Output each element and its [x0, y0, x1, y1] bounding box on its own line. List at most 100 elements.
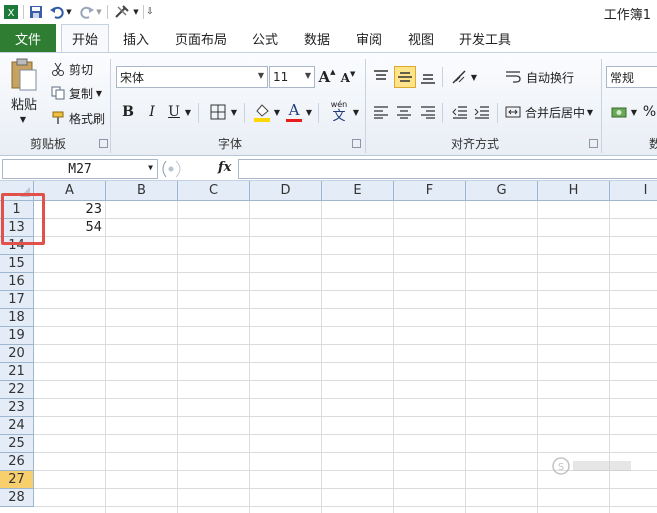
row-header[interactable]: 20	[0, 345, 34, 363]
grid-line	[34, 452, 657, 453]
row-header[interactable]: 17	[0, 291, 34, 309]
column-header[interactable]: C	[178, 181, 250, 201]
fill-color-icon[interactable]	[252, 101, 272, 123]
wrap-text-icon[interactable]	[504, 67, 522, 87]
borders-dropdown-icon[interactable]: ▼	[230, 104, 238, 120]
merge-center-button[interactable]: 合并后居中	[524, 102, 586, 122]
row-header[interactable]: 22	[0, 381, 34, 399]
quick-access-menu-icon[interactable]: ⇩	[144, 3, 156, 21]
number-format-select[interactable]: 常规	[606, 66, 657, 88]
customize-icon[interactable]	[113, 3, 131, 21]
scissors-icon[interactable]	[50, 61, 66, 77]
redo-dropdown-icon[interactable]: ▼	[94, 3, 104, 21]
align-bottom-icon[interactable]	[418, 67, 438, 87]
customize-dropdown-icon[interactable]: ▼	[131, 3, 141, 21]
paste-button[interactable]: 粘贴	[4, 95, 44, 113]
increase-indent-icon[interactable]	[472, 102, 492, 122]
column-header[interactable]: I	[610, 181, 657, 201]
underline-dropdown-icon[interactable]: ▼	[184, 104, 192, 120]
cut-button[interactable]: 剪切	[66, 61, 96, 77]
row-header[interactable]: 23	[0, 399, 34, 417]
save-icon[interactable]	[27, 3, 45, 21]
orientation-icon[interactable]	[450, 67, 470, 87]
merge-center-dropdown-icon[interactable]: ▼	[586, 104, 594, 120]
decrease-indent-icon[interactable]	[450, 102, 470, 122]
row-header[interactable]: 16	[0, 273, 34, 291]
font-name-select[interactable]: 宋体 ▼	[116, 66, 268, 88]
align-middle-icon[interactable]	[394, 66, 416, 88]
grow-font-button[interactable]: A ▲	[318, 67, 336, 87]
column-header[interactable]: B	[106, 181, 178, 201]
name-box[interactable]: M27 ▼	[2, 159, 158, 179]
row-header[interactable]: 19	[0, 327, 34, 345]
align-center-icon[interactable]	[394, 102, 414, 122]
excel-app-icon[interactable]: X	[2, 3, 20, 21]
copy-button[interactable]: 复制	[66, 85, 96, 101]
row-header[interactable]: 24	[0, 417, 34, 435]
bold-button[interactable]: B	[118, 101, 138, 123]
wrap-text-button[interactable]: 自动换行	[524, 67, 576, 87]
formula-input[interactable]	[238, 159, 657, 179]
copy-dropdown-icon[interactable]: ▼	[95, 87, 103, 99]
font-color-dropdown-icon[interactable]: ▼	[305, 104, 313, 120]
tab-file[interactable]: 文件	[0, 24, 56, 52]
align-top-icon[interactable]	[371, 67, 391, 87]
tab-review[interactable]: 审阅	[348, 24, 390, 52]
format-painter-icon[interactable]	[50, 110, 66, 126]
grid-line	[177, 201, 178, 513]
tab-data[interactable]: 数据	[296, 24, 338, 52]
formula-controls: fx	[160, 159, 238, 179]
row-header[interactable]: 21	[0, 363, 34, 381]
accounting-dropdown-icon[interactable]: ▼	[630, 104, 638, 120]
grid-line	[105, 201, 106, 513]
underline-button[interactable]: U	[165, 101, 183, 123]
font-size-select[interactable]: 11 ▼	[269, 66, 315, 88]
column-header[interactable]: F	[394, 181, 466, 201]
separator	[318, 103, 319, 123]
phonetic-bottom-text: 文	[332, 109, 346, 124]
undo-dropdown-icon[interactable]: ▼	[64, 3, 74, 21]
svg-text:S: S	[558, 462, 564, 473]
paste-icon[interactable]	[6, 57, 40, 93]
tab-insert[interactable]: 插入	[114, 24, 158, 52]
column-header[interactable]: E	[322, 181, 394, 201]
phonetic-button[interactable]: wén 文	[326, 97, 352, 125]
font-color-button[interactable]: A	[284, 99, 304, 123]
copy-icon[interactable]	[50, 85, 66, 101]
row-header[interactable]: 25	[0, 435, 34, 453]
row-header[interactable]: 26	[0, 453, 34, 471]
tab-view[interactable]: 视图	[400, 24, 442, 52]
phonetic-dropdown-icon[interactable]: ▼	[352, 104, 360, 120]
fx-button[interactable]: fx	[218, 160, 231, 175]
format-painter-button[interactable]: 格式刷	[66, 110, 108, 126]
font-group-label: 字体	[217, 137, 242, 151]
clipboard-launcher-icon[interactable]	[99, 139, 108, 148]
column-header[interactable]: G	[466, 181, 538, 201]
italic-button[interactable]: I	[142, 101, 162, 123]
paste-dropdown-icon[interactable]: ▼	[16, 113, 30, 125]
borders-icon[interactable]	[208, 102, 228, 122]
column-header[interactable]: H	[538, 181, 610, 201]
shrink-font-button[interactable]: A ▼	[339, 69, 357, 87]
fill-color-dropdown-icon[interactable]: ▼	[273, 104, 281, 120]
row-header[interactable]: 27	[0, 471, 34, 489]
orientation-dropdown-icon[interactable]: ▼	[470, 69, 478, 85]
separator	[23, 5, 24, 19]
merge-center-icon[interactable]	[504, 102, 522, 122]
tab-page-layout[interactable]: 页面布局	[168, 24, 234, 52]
row-header[interactable]: 18	[0, 309, 34, 327]
align-left-icon[interactable]	[371, 102, 391, 122]
alignment-launcher-icon[interactable]	[589, 139, 598, 148]
column-header[interactable]: D	[250, 181, 322, 201]
font-launcher-icon[interactable]	[352, 139, 361, 148]
align-right-icon[interactable]	[418, 102, 438, 122]
row-header[interactable]: 28	[0, 489, 34, 507]
tab-developer[interactable]: 开发工具	[452, 24, 518, 52]
grow-font-icon: A	[318, 68, 331, 86]
row-header[interactable]: 15	[0, 255, 34, 273]
grid-line	[34, 362, 657, 363]
tab-formulas[interactable]: 公式	[244, 24, 286, 52]
accounting-format-icon[interactable]	[610, 102, 630, 122]
percent-button[interactable]: %	[642, 102, 657, 122]
tab-home[interactable]: 开始	[61, 24, 109, 52]
